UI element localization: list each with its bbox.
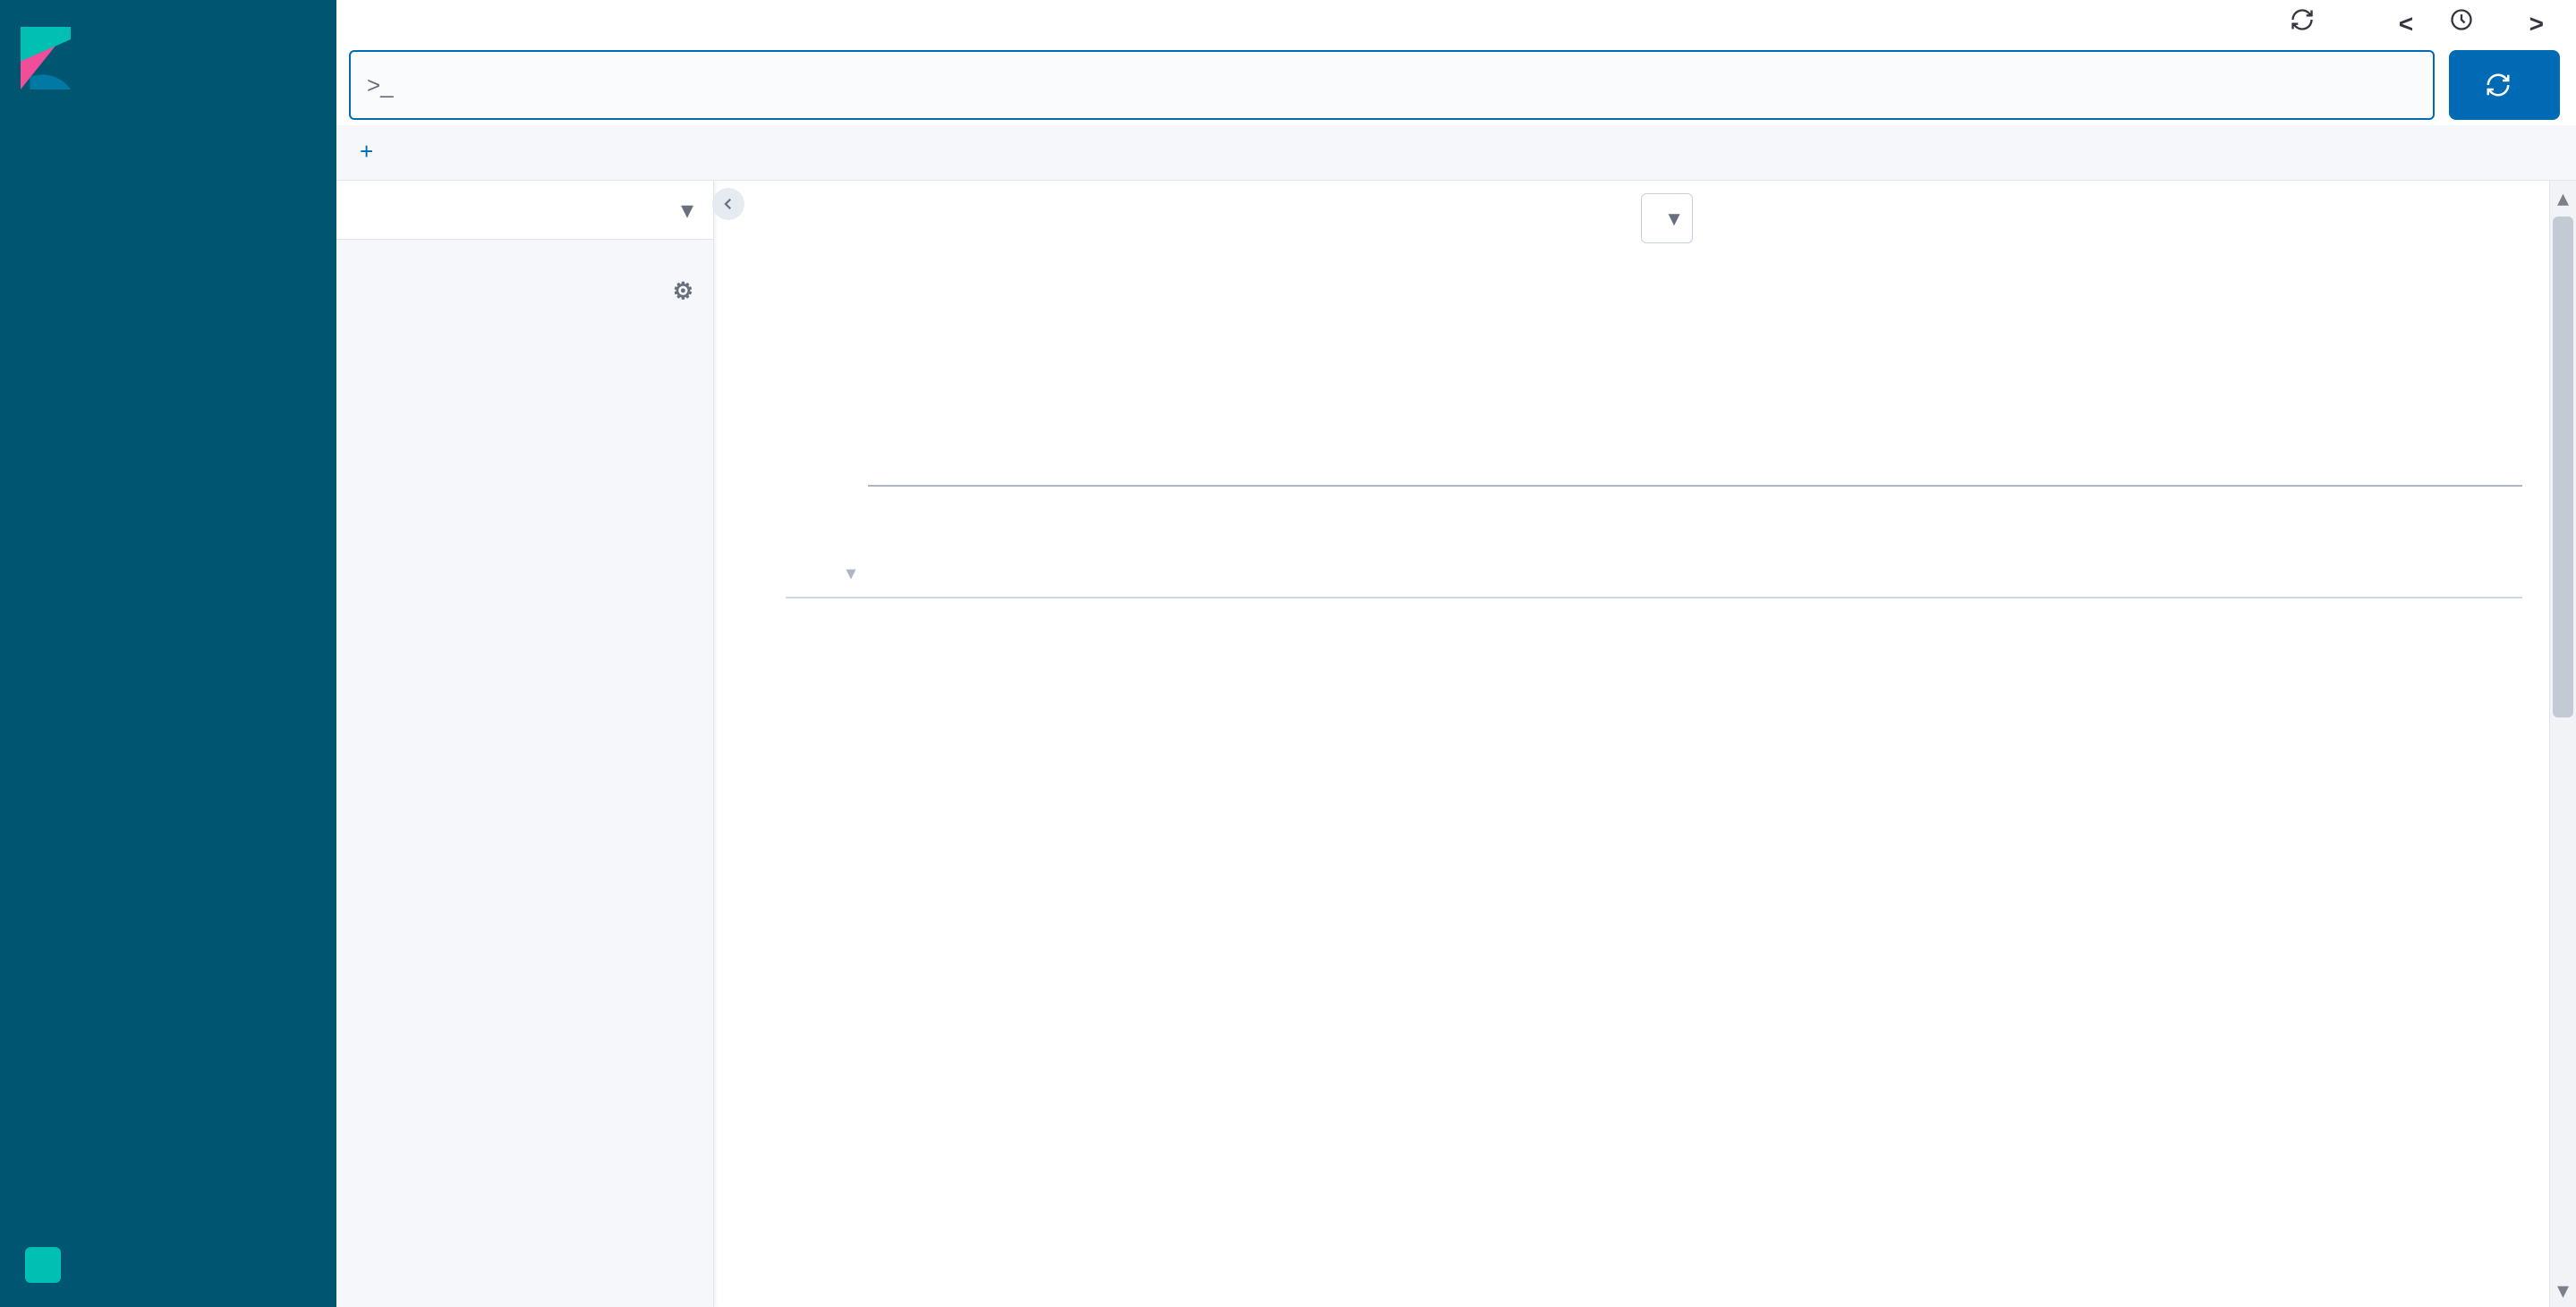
clock-icon (2449, 7, 2474, 32)
path-column-header[interactable] (1233, 562, 2522, 584)
chart-xlabel (850, 513, 2522, 544)
time-next[interactable]: > (2529, 10, 2544, 38)
time-header (741, 181, 2576, 249)
search-prompt-icon: >_ (367, 72, 394, 99)
filter-bar: + (336, 125, 2576, 181)
histogram-chart[interactable] (741, 249, 2576, 544)
vertical-scrollbar[interactable]: ▴ ▾ (2549, 181, 2576, 1307)
collapse-sidebar-button[interactable] (712, 188, 744, 220)
add-filter-link[interactable]: + (354, 138, 373, 165)
index-pattern-selector[interactable]: ▾ (336, 181, 713, 240)
top-menu: < > (2132, 7, 2558, 38)
time-prev[interactable]: < (2399, 10, 2413, 38)
refresh-icon (2485, 72, 2512, 98)
kibana-logo-icon (20, 27, 72, 89)
available-fields-heading: ⚙ (336, 263, 713, 314)
scroll-down-icon[interactable]: ▾ (2550, 1277, 2576, 1303)
refresh-icon (2290, 7, 2315, 32)
app-sidebar (0, 0, 336, 1307)
fields-sidebar: ▾ ⚙ (336, 181, 714, 1307)
search-box[interactable]: >_ (349, 50, 2435, 120)
selected-fields-heading (336, 240, 713, 263)
top-bar: < > (336, 0, 2576, 45)
scrollbar-thumb[interactable] (2553, 216, 2573, 717)
common-fields-label (336, 314, 713, 327)
plus-icon: + (360, 138, 373, 165)
table-header: ▾ (786, 544, 2522, 598)
interval-select[interactable] (1641, 193, 1693, 243)
discover-body: ▾ ⚙ (336, 181, 2576, 1307)
search-input[interactable] (406, 71, 2417, 99)
gear-icon[interactable]: ⚙ (673, 277, 693, 305)
space-selector[interactable] (0, 1223, 336, 1307)
brand-logo[interactable] (0, 0, 336, 116)
sort-icon: ▾ (846, 562, 855, 584)
refresh-button[interactable] (2449, 50, 2560, 120)
results-table: ▾ (741, 544, 2576, 1307)
chevron-left-icon (720, 196, 736, 212)
scroll-up-icon[interactable]: ▴ (2550, 184, 2576, 211)
today-link[interactable] (2449, 7, 2494, 32)
main-content: < > >_ + ▾ (336, 0, 2576, 1307)
autorefresh-link[interactable] (2290, 7, 2334, 32)
chart-ylabel (750, 249, 761, 544)
caret-down-icon: ▾ (681, 195, 693, 225)
search-row: >_ (336, 45, 2576, 125)
space-initial (25, 1247, 61, 1283)
results-panel: ▾ (714, 181, 2576, 1307)
time-column-header[interactable]: ▾ (839, 562, 1233, 584)
